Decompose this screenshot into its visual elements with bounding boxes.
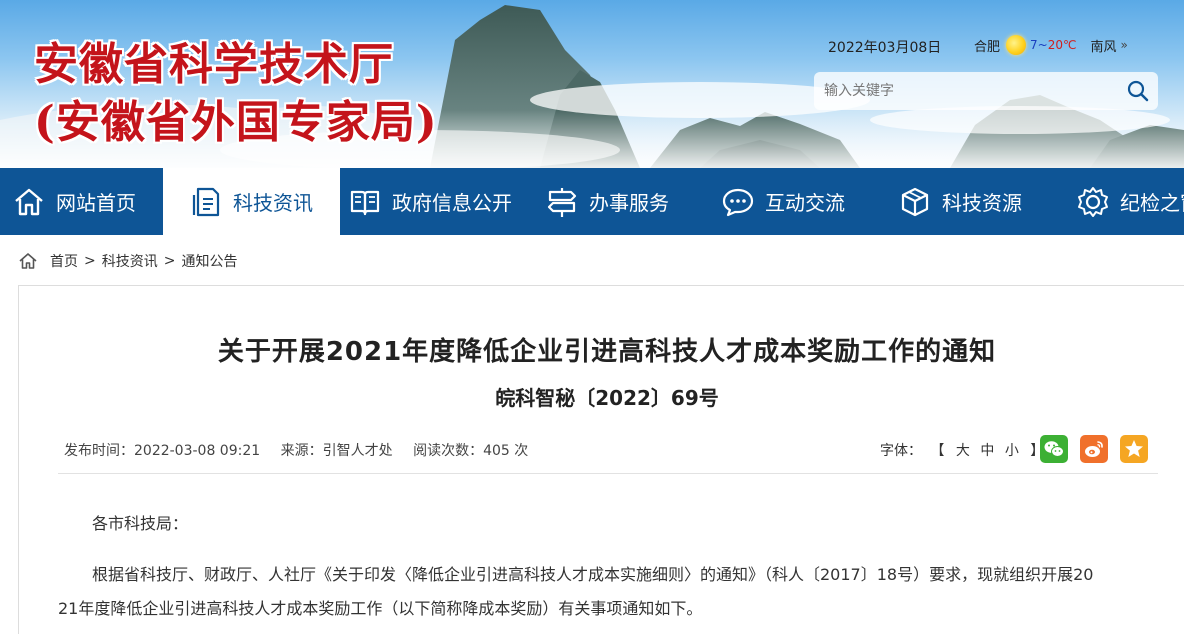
temp-high: 20℃ — [1047, 38, 1077, 52]
nav-label-tech-news: 科技资讯 — [233, 191, 313, 215]
font-size-bracket-open: 【 — [930, 443, 945, 459]
font-size-label: 字体： — [880, 443, 922, 459]
breadcrumb-home-icon[interactable] — [18, 251, 38, 271]
weather-city: 合肥 — [974, 39, 1001, 55]
nav-label-home: 网站首页 — [56, 191, 136, 215]
font-size-small-button[interactable]: 小 — [1005, 443, 1019, 459]
nav-item-interaction[interactable]: 互动交流 — [721, 168, 845, 235]
article-paragraph: 各市科技局： — [92, 514, 189, 533]
search-icon[interactable] — [1126, 79, 1150, 103]
nav-item-home[interactable]: 网站首页 — [12, 168, 136, 235]
article-paragraph: 根据省科技厅、财政厅、人社厅《关于印发〈降低企业引进高科技人才成本实施细则〉的通… — [92, 565, 1094, 584]
document-icon — [189, 185, 223, 219]
article-meta: 发布时间：2022-03-08 09:21 来源：引智人才处 阅读次数：405 … — [64, 440, 544, 460]
favorite-icon[interactable] — [1120, 435, 1148, 463]
breadcrumb-link-notices[interactable]: 通知公告 — [181, 251, 237, 271]
meta-divider — [58, 473, 1158, 474]
book-icon — [348, 185, 382, 219]
font-size-medium-button[interactable]: 中 — [980, 443, 994, 459]
site-title-line1: 安徽省科学技术厅 — [34, 39, 394, 90]
font-size-large-button[interactable]: 大 — [956, 443, 970, 459]
site-title: 安徽省科学技术厅 (安徽省外国专家局) — [34, 36, 438, 152]
article-title: 关于开展2021年度降低企业引进高科技人才成本奖励工作的通知 — [217, 337, 997, 367]
signpost-icon — [545, 185, 579, 219]
nav-item-discipline[interactable]: 纪检之窗 — [1076, 168, 1184, 235]
breadcrumb-separator: > — [84, 253, 96, 269]
weather-widget: 合肥 7 ~ 20℃ 南风 » — [974, 34, 1128, 56]
nav-label-discipline: 纪检之窗 — [1120, 191, 1184, 215]
current-date: 2022年03月08日 — [828, 40, 942, 56]
breadcrumb: 首页 > 科技资讯 > 通知公告 — [18, 250, 237, 272]
nav-label-gov-info: 政府信息公开 — [392, 191, 512, 215]
publish-time: 发布时间：2022-03-08 09:21 — [64, 443, 261, 459]
nav-item-tech-news[interactable]: 科技资讯 — [163, 168, 340, 235]
nav-label-interaction: 互动交流 — [765, 191, 845, 215]
search-box — [814, 72, 1158, 110]
site-title-line2: (安徽省外国专家局) — [34, 97, 438, 148]
chat-icon — [721, 185, 755, 219]
nav-item-services[interactable]: 办事服务 — [545, 168, 669, 235]
weibo-icon[interactable] — [1080, 435, 1108, 463]
document-number: 皖科智秘〔2022〕69号 — [495, 386, 719, 410]
sun-icon — [1006, 35, 1027, 55]
breadcrumb-link-home[interactable]: 首页 — [50, 251, 78, 271]
view-count: 阅读次数：405 次 — [413, 443, 529, 459]
nav-label-services: 办事服务 — [589, 191, 669, 215]
wechat-icon[interactable] — [1040, 435, 1068, 463]
nav-item-resources[interactable]: 科技资源 — [898, 168, 1022, 235]
header-banner: 安徽省科学技术厅 (安徽省外国专家局) 2022年03月08日 合肥 7 ~ 2… — [0, 0, 1184, 168]
breadcrumb-separator: > — [163, 253, 176, 269]
nav-label-resources: 科技资源 — [942, 191, 1022, 215]
main-nav: 网站首页 科技资讯 政府信息公开 办事服务 互动交流 科技资源 纪检之窗 — [0, 168, 1184, 235]
home-icon — [12, 185, 46, 219]
weather-more-link[interactable]: » — [1120, 38, 1127, 52]
weather-wind: 南风 — [1090, 39, 1117, 55]
nav-item-gov-info[interactable]: 政府信息公开 — [348, 168, 512, 235]
temp-separator: ~ — [1037, 38, 1048, 52]
gear-icon — [1076, 185, 1110, 219]
search-input[interactable] — [824, 72, 1114, 110]
article-paragraph: 21年度降低企业引进高科技人才成本奖励工作（以下简称降成本奖励）有关事项通知如下… — [58, 599, 703, 618]
breadcrumb-link-tech-news[interactable]: 科技资讯 — [102, 251, 158, 271]
cube-icon — [898, 185, 932, 219]
article-source: 来源：引智人才处 — [280, 443, 393, 459]
temp-low: 7 — [1030, 38, 1038, 52]
font-size-control: 字体： 【 大 中 小 】 — [880, 440, 1048, 460]
